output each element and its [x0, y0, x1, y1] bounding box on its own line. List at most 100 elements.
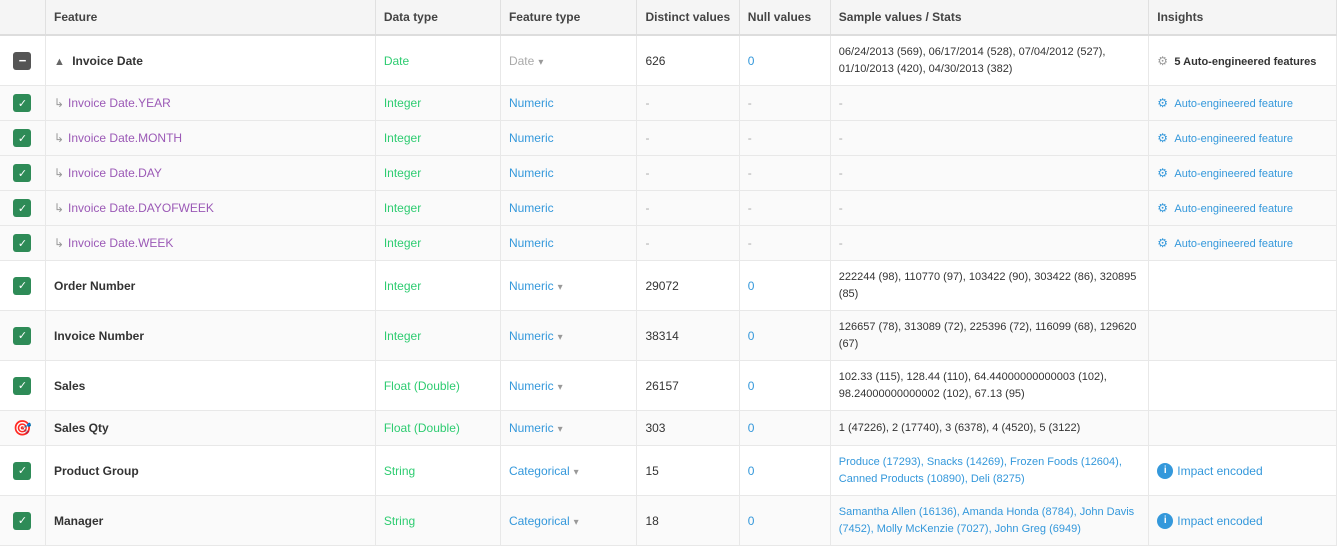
checkbox-check-icon[interactable]: ✓ [13, 129, 31, 147]
row-distinct-values: 29072 [637, 261, 739, 311]
sub-arrow-icon: ↳ [54, 166, 64, 180]
row-feature-name: Sales [45, 361, 375, 411]
row-null-values: 0 [739, 361, 830, 411]
gear-icon: ⚙ [1157, 236, 1168, 250]
expand-icon[interactable]: ▲ [54, 56, 65, 68]
row-checkbox[interactable]: ✓ [0, 156, 45, 191]
row-featuretype[interactable]: Date▾ [500, 35, 636, 86]
row-checkbox[interactable]: ✓ [0, 361, 45, 411]
impact-label: Impact encoded [1177, 514, 1262, 528]
row-featuretype[interactable]: Numeric▾ [500, 361, 636, 411]
checkbox-check-icon[interactable]: ✓ [13, 462, 31, 480]
table-header: Feature Data type Feature type Distinct … [0, 0, 1337, 35]
gear-icon: ⚙ [1157, 96, 1168, 110]
row-featuretype: Numeric [500, 191, 636, 226]
dropdown-arrow-icon[interactable]: ▾ [558, 424, 563, 435]
row-insights [1149, 261, 1337, 311]
row-feature-name: Product Group [45, 446, 375, 496]
row-sample-values: - [830, 86, 1148, 121]
header-null: Null values [739, 0, 830, 35]
row-datatype: Integer [375, 156, 500, 191]
checkbox-check-icon[interactable]: ✓ [13, 512, 31, 530]
checkbox-check-icon[interactable]: ✓ [13, 164, 31, 182]
row-featuretype[interactable]: Numeric▾ [500, 261, 636, 311]
row-null-values: 0 [739, 261, 830, 311]
checkbox-check-icon[interactable]: ✓ [13, 199, 31, 217]
row-sample-values: - [830, 226, 1148, 261]
row-null-values: 0 [739, 496, 830, 546]
row-datatype: Integer [375, 261, 500, 311]
info-icon: i [1157, 463, 1173, 479]
row-featuretype[interactable]: Categorical▾ [500, 496, 636, 546]
row-insights: ⚙ Auto-engineered feature [1149, 191, 1337, 226]
row-null-values: 0 [739, 35, 830, 86]
table-row: −▲ Invoice DateDateDate▾626006/24/2013 (… [0, 35, 1337, 86]
checkbox-minus-icon[interactable]: − [13, 52, 31, 70]
row-feature-name: Order Number [45, 261, 375, 311]
dropdown-arrow-icon[interactable]: ▾ [574, 467, 579, 478]
row-feature-name: Invoice Number [45, 311, 375, 361]
row-checkbox[interactable]: ✓ [0, 446, 45, 496]
row-featuretype: Numeric [500, 226, 636, 261]
row-sample-values: 126657 (78), 313089 (72), 225396 (72), 1… [830, 311, 1148, 361]
table-row: ✓↳Invoice Date.MONTHIntegerNumeric--- ⚙ … [0, 121, 1337, 156]
dropdown-arrow-icon[interactable]: ▾ [538, 57, 543, 68]
row-null-values: - [739, 226, 830, 261]
gear-icon: ⚙ [1157, 166, 1168, 180]
row-sample-values: Produce (17293), Snacks (14269), Frozen … [830, 446, 1148, 496]
row-null-values: - [739, 191, 830, 226]
dropdown-arrow-icon[interactable]: ▾ [558, 282, 563, 293]
row-distinct-values: - [637, 226, 739, 261]
header-feature: Feature [45, 0, 375, 35]
checkbox-check-icon[interactable]: ✓ [13, 277, 31, 295]
row-feature-name: ▲ Invoice Date [45, 35, 375, 86]
row-checkbox[interactable]: ✓ [0, 121, 45, 156]
header-datatype: Data type [375, 0, 500, 35]
row-featuretype[interactable]: Numeric▾ [500, 311, 636, 361]
row-distinct-values: - [637, 86, 739, 121]
row-datatype: Integer [375, 311, 500, 361]
row-checkbox[interactable]: ✓ [0, 311, 45, 361]
row-feature-name: ↳Invoice Date.MONTH [45, 121, 375, 156]
row-null-values: - [739, 121, 830, 156]
gear-icon: ⚙ [1157, 201, 1168, 215]
dropdown-arrow-icon[interactable]: ▾ [558, 382, 563, 393]
dropdown-arrow-icon[interactable]: ▾ [574, 517, 579, 528]
row-checkbox[interactable]: ✓ [0, 261, 45, 311]
checkbox-check-icon[interactable]: ✓ [13, 94, 31, 112]
row-checkbox[interactable]: ✓ [0, 226, 45, 261]
row-featuretype[interactable]: Numeric▾ [500, 411, 636, 446]
row-featuretype[interactable]: Categorical▾ [500, 446, 636, 496]
row-datatype: Integer [375, 121, 500, 156]
row-checkbox[interactable]: ✓ [0, 496, 45, 546]
row-sample-values: 06/24/2013 (569), 06/17/2014 (528), 07/0… [830, 35, 1148, 86]
table-row: ✓Product GroupStringCategorical▾150Produ… [0, 446, 1337, 496]
row-feature-name: ↳Invoice Date.DAYOFWEEK [45, 191, 375, 226]
row-datatype: Integer [375, 191, 500, 226]
impact-label: Impact encoded [1177, 464, 1262, 478]
row-distinct-values: - [637, 156, 739, 191]
row-null-values: 0 [739, 411, 830, 446]
row-checkbox[interactable]: ✓ [0, 86, 45, 121]
table-row: ✓Order NumberIntegerNumeric▾290720222244… [0, 261, 1337, 311]
row-checkbox[interactable]: − [0, 35, 45, 86]
checkbox-check-icon[interactable]: ✓ [13, 234, 31, 252]
row-insights: ⚙ Auto-engineered feature [1149, 121, 1337, 156]
row-datatype: Integer [375, 86, 500, 121]
header-checkbox [0, 0, 45, 35]
row-insights: ⚙ Auto-engineered feature [1149, 86, 1337, 121]
row-checkbox[interactable]: ✓ [0, 191, 45, 226]
header-distinct: Distinct values [637, 0, 739, 35]
sub-arrow-icon: ↳ [54, 201, 64, 215]
row-distinct-values: - [637, 121, 739, 156]
header-sample: Sample values / Stats [830, 0, 1148, 35]
checkbox-check-icon[interactable]: ✓ [13, 327, 31, 345]
gear-icon: ⚙ [1157, 131, 1168, 145]
checkbox-check-icon[interactable]: ✓ [13, 377, 31, 395]
header-insights: Insights [1149, 0, 1337, 35]
row-distinct-values: 38314 [637, 311, 739, 361]
row-null-values: 0 [739, 311, 830, 361]
row-checkbox[interactable]: 🎯 [0, 411, 45, 446]
dropdown-arrow-icon[interactable]: ▾ [558, 332, 563, 343]
target-icon[interactable]: 🎯 [13, 419, 31, 437]
